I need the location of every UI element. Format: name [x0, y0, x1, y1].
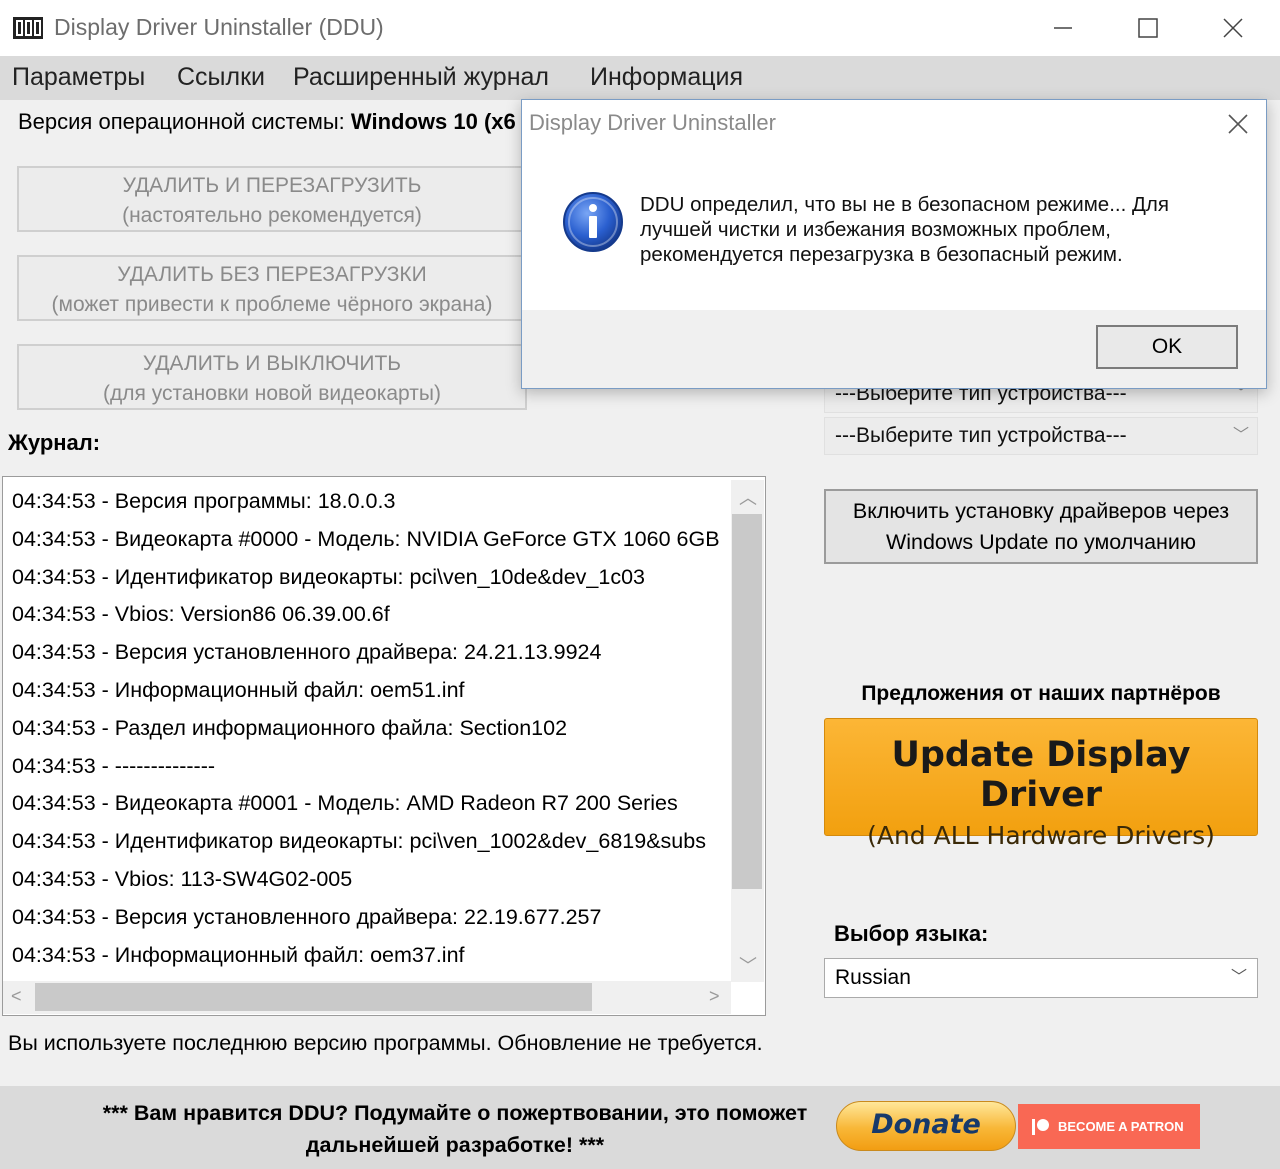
chevron-down-icon: ﹀ — [1230, 969, 1247, 986]
scroll-up-icon[interactable]: ︿ — [739, 484, 757, 510]
os-version: Версия операционной системы: Windows 10 … — [18, 109, 516, 135]
donation-message: *** Вам нравится DDU? Подумайте о пожерт… — [70, 1097, 840, 1161]
clean-and-restart-button[interactable]: УДАЛИТЬ И ПЕРЕЗАГРУЗИТЬ (настоятельно ре… — [17, 166, 527, 232]
scroll-right-icon[interactable]: > — [709, 986, 720, 1007]
vertical-scroll-thumb[interactable] — [732, 514, 762, 889]
dialog-message: DDU определил, что вы не в безопасном ре… — [640, 192, 1240, 267]
ddu-app-icon — [13, 17, 43, 39]
ok-button[interactable]: OK — [1096, 325, 1238, 369]
maximize-icon — [1138, 18, 1158, 38]
horizontal-scroll-thumb[interactable] — [35, 983, 592, 1011]
device-vendor-select[interactable]: ---Выберите тип устройства--- ﹀ — [824, 417, 1258, 455]
clean-and-restart-title: УДАЛИТЬ И ПЕРЕЗАГРУЗИТЬ — [122, 174, 422, 197]
log-line: 04:34:53 - Версия программы: 18.0.0.3 — [12, 489, 396, 513]
dialog-title: Display Driver Uninstaller — [529, 110, 776, 135]
windows-update-line2: Windows Update по умолчанию — [885, 530, 1197, 554]
update-driver-banner[interactable]: Update Display Driver (And ALL Hardware … — [824, 718, 1258, 850]
donation-line2: дальнейшей разработке! *** — [305, 1133, 605, 1157]
clean-no-restart-title: УДАЛИТЬ БЕЗ ПЕРЕЗАГРУЗКИ — [117, 263, 427, 286]
log-line: 04:34:53 - Версия установленного драйвер… — [12, 640, 602, 665]
maximize-button[interactable] — [1105, 0, 1191, 56]
log-line: 04:34:53 - Видеокарта #0000 - Модель: NV… — [12, 526, 720, 551]
language-value: Russian — [835, 966, 911, 989]
log-line: 04:34:53 - Раздел информационного файла:… — [12, 715, 568, 740]
menu-item-advanced-log[interactable]: Расширенный журнал — [293, 63, 549, 92]
minimize-button[interactable] — [1020, 0, 1106, 56]
os-version-value: Windows 10 (x6 — [350, 109, 516, 134]
language-label: Выбор языка: — [834, 921, 989, 946]
log-line: 04:34:53 - Идентификатор видеокарты: pci… — [12, 564, 645, 589]
scroll-down-icon[interactable]: ﹀ — [739, 952, 757, 978]
language-select[interactable]: Russian ﹀ — [824, 958, 1258, 998]
patreon-icon — [1032, 1119, 1049, 1135]
log-line: 04:34:53 - Информационный файл: oem37.in… — [12, 942, 465, 967]
close-button[interactable] — [1190, 0, 1276, 56]
dialog-message-line: DDU определил, что вы не в безопасном ре… — [640, 193, 1169, 216]
dialog-close-icon[interactable] — [1224, 110, 1252, 138]
update-status: Вы используете последнюю версию программ… — [8, 1031, 763, 1055]
menu-item-info[interactable]: Информация — [590, 63, 743, 92]
chevron-down-icon: ﹀ — [1232, 427, 1249, 444]
window-title: Display Driver Uninstaller (DDU) — [54, 14, 384, 40]
log-line: 04:34:53 - Версия установленного драйвер… — [12, 904, 602, 929]
menu-item-parameters[interactable]: Параметры — [12, 63, 145, 92]
device-vendor-value: ---Выберите тип устройства--- — [835, 424, 1127, 447]
banner-subtitle: (And ALL Hardware Drivers) — [867, 821, 1215, 850]
clean-no-restart-button[interactable]: УДАЛИТЬ БЕЗ ПЕРЕЗАГРУЗКИ (может привести… — [17, 255, 527, 321]
enable-windows-update-button[interactable]: Включить установку драйверов через Windo… — [824, 489, 1258, 564]
log-line: 04:34:53 - Видеокарта #0001 - Модель: AM… — [12, 791, 678, 816]
menu-item-links[interactable]: Ссылки — [177, 63, 265, 92]
journal-lines: 04:34:53 - Версия программы: 18.0.0.3 04… — [12, 483, 734, 974]
donation-line1: *** Вам нравится DDU? Подумайте о пожерт… — [102, 1101, 808, 1125]
log-line: 04:34:53 - Vbios: 113-SW4G02-005 — [12, 866, 353, 891]
journal-log[interactable]: 04:34:53 - Версия программы: 18.0.0.3 04… — [2, 476, 766, 1016]
windows-update-line1: Включить установку драйверов через — [852, 499, 1230, 523]
clean-no-restart-hint: (может привести к проблеме чёрного экран… — [51, 293, 493, 316]
log-line: 04:34:53 - Информационный файл: oem51.in… — [12, 677, 465, 702]
clean-and-shutdown-button[interactable]: УДАЛИТЬ И ВЫКЛЮЧИТЬ (для установки новой… — [17, 344, 527, 410]
clean-and-shutdown-hint: (для установки новой видеокарты) — [103, 382, 441, 405]
minimize-icon — [1054, 27, 1072, 29]
donate-button[interactable]: Donate — [836, 1101, 1016, 1151]
journal-title: Журнал: — [8, 430, 101, 455]
log-line: 04:34:53 - Vbios: Version86 06.39.00.6f — [12, 602, 390, 627]
log-line: 04:34:53 - -------------- — [12, 753, 216, 778]
dialog-message-line: рекомендуется перезагрузка в безопасный … — [640, 243, 1123, 266]
log-line: 04:34:53 - Идентификатор видеокарты: pci… — [12, 829, 706, 854]
banner-title: Update Display Driver — [891, 735, 1191, 815]
partners-title: Предложения от наших партнёров — [861, 682, 1221, 705]
dialog-message-line: лучшей чистки и избежания возможных проб… — [640, 218, 1111, 241]
scroll-left-icon[interactable]: < — [11, 986, 22, 1007]
info-icon — [563, 192, 623, 252]
os-version-label: Версия операционной системы: — [18, 109, 345, 134]
clean-and-shutdown-title: УДАЛИТЬ И ВЫКЛЮЧИТЬ — [142, 352, 402, 375]
clean-and-restart-hint: (настоятельно рекомендуется) — [122, 204, 422, 227]
close-icon — [1223, 18, 1243, 38]
